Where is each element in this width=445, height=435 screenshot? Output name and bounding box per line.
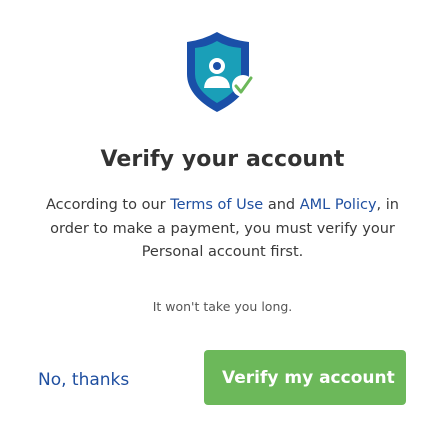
verified-shield-icon — [187, 32, 254, 112]
verify-account-dialog: Verify your account According to our Ter… — [0, 0, 445, 435]
message-prefix: According to our — [46, 197, 171, 213]
message-middle: and — [263, 197, 300, 213]
dialog-message: According to our Terms of Use and AML Po… — [30, 194, 415, 265]
terms-of-use-link[interactable]: Terms of Use — [170, 197, 263, 213]
dialog-hint: It won't take you long. — [152, 299, 293, 314]
aml-policy-link[interactable]: AML Policy — [300, 197, 377, 213]
no-thanks-button[interactable]: No, thanks — [30, 366, 144, 394]
dialog-title: Verify your account — [100, 147, 345, 172]
verify-account-button[interactable]: Verify my account — [204, 350, 406, 405]
